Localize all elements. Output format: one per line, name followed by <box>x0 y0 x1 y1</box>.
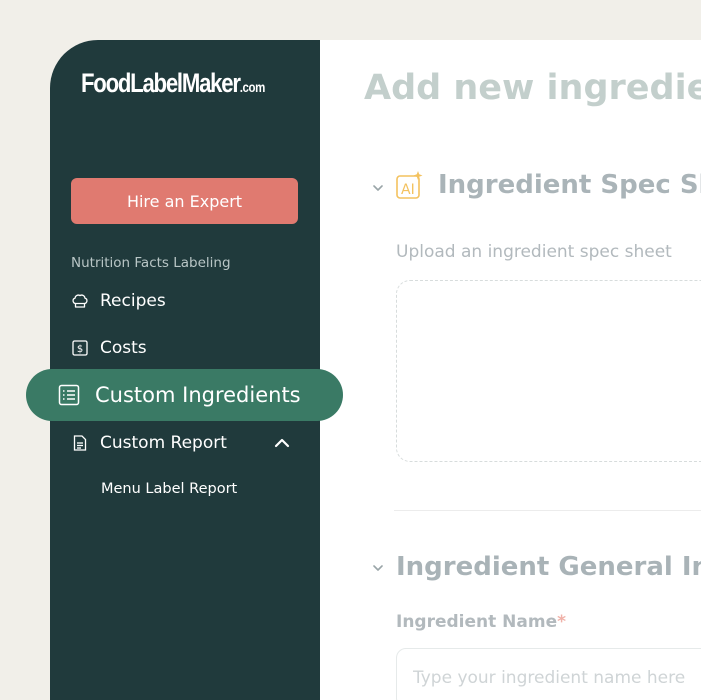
svg-text:$: $ <box>77 344 83 355</box>
chef-hat-icon <box>71 292 89 310</box>
chevron-down-icon[interactable] <box>372 562 384 574</box>
sidebar-item-label: Recipes <box>100 291 166 311</box>
dollar-box-icon: $ <box>71 339 89 357</box>
list-icon <box>57 383 81 407</box>
section-label: Nutrition Facts Labeling <box>71 255 231 271</box>
sidebar-item-custom-report[interactable]: Custom Report <box>71 427 290 459</box>
brand-logo[interactable]: FoodLabelMaker.com <box>81 68 265 99</box>
chevron-down-icon[interactable] <box>372 182 384 194</box>
ingredient-name-label-text: Ingredient Name <box>396 612 558 632</box>
sidebar-item-costs[interactable]: $ Costs <box>71 332 147 364</box>
svg-text:AI: AI <box>401 182 415 198</box>
logo-main: FoodLabelMaker <box>81 68 241 98</box>
upload-dropzone[interactable] <box>396 280 701 462</box>
sidebar-item-recipes[interactable]: Recipes <box>71 285 166 317</box>
ai-sparkle-icon: AI <box>396 171 423 199</box>
hire-expert-button[interactable]: Hire an Expert <box>71 178 298 224</box>
required-mark: * <box>557 612 567 632</box>
sidebar-item-label: Custom Report <box>100 433 227 453</box>
general-section-title[interactable]: Ingredient General Information <box>396 552 701 582</box>
spec-section-title[interactable]: Ingredient Spec Sheet <box>438 170 701 200</box>
ingredient-name-input[interactable] <box>396 648 701 700</box>
sidebar-item-custom-ingredients[interactable]: Custom Ingredients <box>26 369 343 421</box>
chevron-up-icon[interactable] <box>272 433 292 453</box>
main-content: Add new ingredient AI Ingredient Spec Sh… <box>320 40 701 700</box>
sidebar-item-label: Costs <box>100 338 147 358</box>
section-divider <box>394 510 701 511</box>
sidebar-subitem-menu-label-report[interactable]: Menu Label Report <box>101 481 237 497</box>
logo-suffix: .com <box>239 79 266 95</box>
sidebar-item-label: Custom Ingredients <box>95 383 301 407</box>
ingredient-name-label: Ingredient Name* <box>396 612 566 632</box>
upload-instructions: Upload an ingredient spec sheet <box>396 242 672 262</box>
document-icon <box>71 434 89 452</box>
page-title: Add new ingredient <box>364 68 701 108</box>
